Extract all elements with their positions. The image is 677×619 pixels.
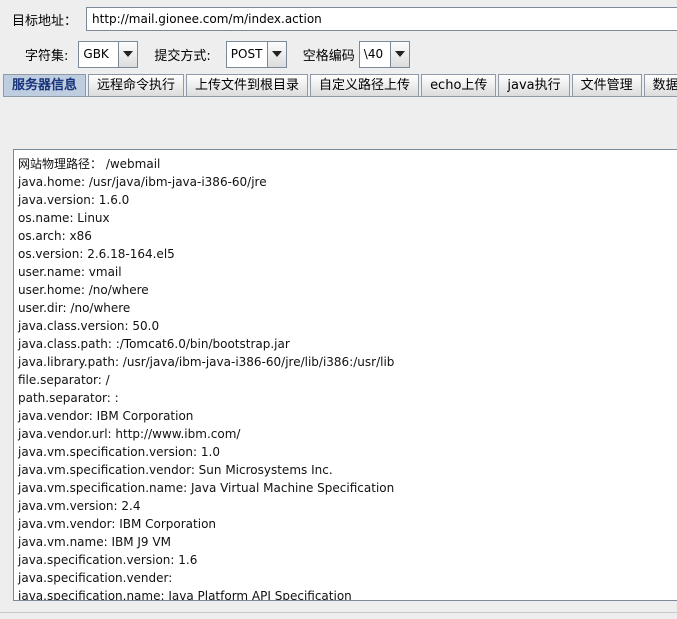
output-line: java.vm.specification.version: 1.0 bbox=[18, 445, 220, 459]
tab-0[interactable]: 服务器信息 bbox=[3, 74, 87, 97]
output-line: java.specification.vender: bbox=[18, 571, 173, 585]
method-label: 提交方式: bbox=[154, 48, 211, 64]
options-row: 字符集: GBK 提交方式: POST 空格编码 \40 bbox=[25, 40, 410, 68]
output-line: java.vm.version: 2.4 bbox=[18, 499, 141, 513]
tab-bar: 服务器信息 远程命令执行 上传文件到根目录 自定义路径上传 echo上传 java执行 文件… bbox=[3, 74, 677, 97]
space-encoding-dropdown-arrow-icon[interactable] bbox=[389, 41, 409, 67]
output-line: java.vm.specification.name: Java Virtual… bbox=[18, 481, 395, 495]
target-url-input[interactable]: http://mail.gionee.com/m/index.action bbox=[86, 7, 677, 31]
tab-3[interactable]: 自定义路径上传 bbox=[310, 74, 420, 97]
output-line: java.vendor: IBM Corporation bbox=[18, 409, 194, 423]
target-url-row: 目标地址： http://mail.gionee.com/m/index.act… bbox=[12, 7, 677, 31]
output-line: java.specification.name: Java Platform A… bbox=[18, 589, 352, 601]
output-line: 网站物理路径： /webmail bbox=[18, 157, 161, 171]
method-value: POST bbox=[226, 41, 267, 67]
method-select[interactable]: POST bbox=[225, 40, 287, 68]
output-line: user.name: vmail bbox=[18, 265, 122, 279]
output-line: java.specification.version: 1.6 bbox=[18, 553, 198, 567]
space-encoding-label: 空格编码 bbox=[302, 48, 355, 64]
space-encoding-select[interactable]: \40 bbox=[358, 40, 410, 68]
tab-4[interactable]: echo上传 bbox=[421, 74, 497, 97]
output-line: os.name: Linux bbox=[18, 211, 110, 225]
output-line: user.home: /no/where bbox=[18, 283, 149, 297]
output-line: java.library.path: /usr/java/ibm-java-i3… bbox=[18, 355, 395, 369]
output-line: os.version: 2.6.18-164.el5 bbox=[18, 247, 175, 261]
output-line: java.home: /usr/java/ibm-java-i386-60/jr… bbox=[18, 175, 267, 189]
tab-2[interactable]: 上传文件到根目录 bbox=[186, 74, 309, 97]
charset-label: 字符集: bbox=[25, 48, 69, 64]
tab-7[interactable]: 数据 bbox=[643, 74, 677, 97]
tab-1[interactable]: 远程命令执行 bbox=[88, 74, 185, 97]
target-url-label: 目标地址： bbox=[12, 13, 78, 29]
output-line: java.vm.name: IBM J9 VM bbox=[18, 535, 171, 549]
output-line: java.class.path: :/Tomcat6.0/bin/bootstr… bbox=[18, 337, 290, 351]
tab-toolbar-area bbox=[3, 97, 677, 147]
tab-5[interactable]: java执行 bbox=[498, 74, 570, 97]
output-line: file.separator: / bbox=[18, 373, 110, 387]
output-line: java.version: 1.6.0 bbox=[18, 193, 130, 207]
output-line: java.class.version: 50.0 bbox=[18, 319, 160, 333]
output-line: java.vm.specification.vendor: Sun Micros… bbox=[18, 463, 333, 477]
server-info-output[interactable]: 网站物理路径： /webmail java.home: /usr/java/ibm… bbox=[13, 149, 677, 601]
window-bottom-divider bbox=[0, 612, 677, 613]
output-line: path.separator: : bbox=[18, 391, 119, 405]
output-line: java.vm.vendor: IBM Corporation bbox=[18, 517, 217, 531]
tab-6[interactable]: 文件管理 bbox=[571, 74, 642, 97]
charset-select[interactable]: GBK bbox=[78, 40, 139, 68]
method-dropdown-arrow-icon[interactable] bbox=[266, 41, 286, 67]
charset-value: GBK bbox=[79, 41, 119, 67]
output-line: java.vendor.url: http://www.ibm.com/ bbox=[18, 427, 241, 441]
charset-dropdown-arrow-icon[interactable] bbox=[118, 41, 138, 67]
output-line: os.arch: x86 bbox=[18, 229, 92, 243]
space-encoding-value: \40 bbox=[359, 41, 390, 67]
output-line: user.dir: /no/where bbox=[18, 301, 131, 315]
